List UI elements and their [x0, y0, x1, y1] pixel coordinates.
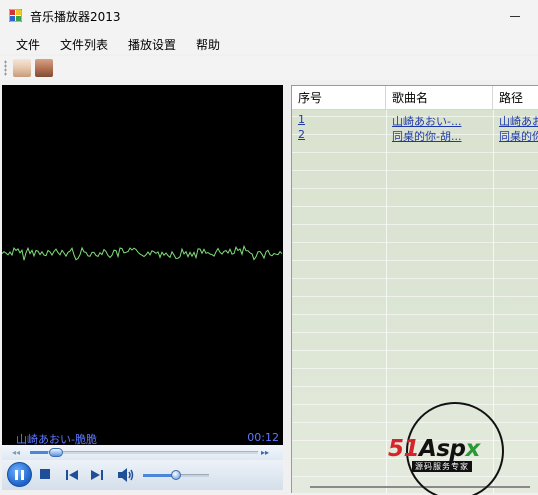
next-track-button[interactable] [91, 469, 103, 481]
volume-thumb[interactable] [171, 470, 181, 480]
toolbar [0, 56, 538, 80]
table-row[interactable]: 2 同桌的你-胡... 同桌的你 [292, 127, 538, 144]
transport-controls [2, 460, 283, 490]
previous-track-button[interactable] [66, 469, 78, 481]
app-icon [9, 9, 22, 22]
media-player[interactable]: 山崎あおい-脆脆 00:12 ◂◂ ▸▸ [2, 85, 283, 490]
column-header-path[interactable]: 路径 [493, 86, 538, 110]
seek-progress [30, 451, 49, 454]
pause-button[interactable] [7, 462, 32, 487]
volume-icon[interactable] [117, 467, 135, 483]
cell-path[interactable]: 同桌的你 [499, 128, 538, 144]
watermark-brand-black: Asp [419, 436, 466, 462]
watermark-tagline: 源码服务专家 [412, 461, 472, 472]
pause-icon [15, 469, 18, 480]
watermark-brand-green: x [465, 436, 480, 462]
seek-slider[interactable] [30, 448, 258, 457]
menu-file[interactable]: 文件 [16, 36, 40, 53]
table-row[interactable]: 1 山崎あおい-... 山崎あお [292, 112, 538, 128]
minimize-icon [510, 15, 520, 17]
toolbar-grip[interactable] [4, 60, 7, 76]
menu-playback-settings[interactable]: 播放设置 [128, 36, 176, 53]
cell-index[interactable]: 1 [298, 113, 378, 126]
volume-slider[interactable] [143, 470, 209, 480]
toolbar-button-album-2[interactable] [35, 59, 53, 77]
cell-index[interactable]: 2 [298, 128, 378, 141]
pause-icon-bar [21, 469, 24, 480]
watermark-brand-red: 51 [388, 436, 420, 462]
stop-button[interactable] [40, 469, 50, 479]
menu-bar: 文件 文件列表 播放设置 帮助 [0, 32, 538, 54]
title-bar: 音乐播放器2013 [0, 0, 538, 32]
window-title: 音乐播放器2013 [30, 10, 121, 24]
seek-bar-row: ◂◂ ▸▸ [2, 445, 283, 460]
elapsed-time: 00:12 [247, 431, 279, 444]
rewind-icon[interactable]: ◂◂ [12, 448, 20, 457]
column-divider [386, 110, 387, 493]
minimize-button[interactable] [492, 0, 538, 32]
seek-thumb[interactable] [49, 448, 64, 457]
toolbar-button-album-1[interactable] [13, 59, 31, 77]
audio-visualizer [2, 244, 283, 261]
menu-file-list[interactable]: 文件列表 [60, 36, 108, 53]
playlist-header: 序号 歌曲名 路径 [292, 86, 538, 110]
watermark-brand: 51Aspx [388, 436, 480, 462]
watermark-logo: 51Aspx 源码服务专家 [388, 402, 523, 495]
column-header-song-name[interactable]: 歌曲名 [386, 86, 493, 110]
cell-song-name[interactable]: 同桌的你-胡... [392, 128, 488, 144]
column-header-index[interactable]: 序号 [292, 86, 386, 110]
menu-help[interactable]: 帮助 [196, 36, 220, 53]
fast-forward-icon[interactable]: ▸▸ [261, 448, 269, 457]
